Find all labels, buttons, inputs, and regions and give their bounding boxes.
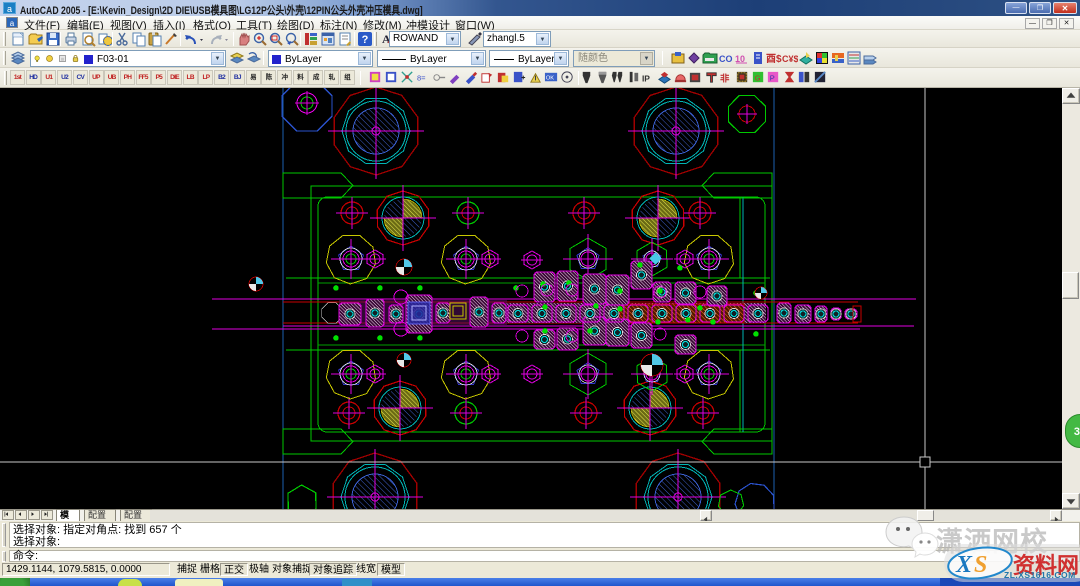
svg-text:CO: CO <box>719 54 733 64</box>
svg-text:S: S <box>974 552 987 578</box>
svg-text:X: X <box>955 552 973 578</box>
svg-text:?: ? <box>362 34 369 46</box>
svg-text:P: P <box>770 73 775 82</box>
svg-text:非: 非 <box>720 72 730 83</box>
svg-text:G: G <box>754 73 760 82</box>
svg-text:OK: OK <box>546 75 554 81</box>
svg-text:8=: 8= <box>417 73 426 82</box>
svg-text:IP: IP <box>642 73 650 83</box>
svg-text:酉$: 酉$ <box>766 53 782 65</box>
svg-text:C¥$: C¥$ <box>782 54 798 64</box>
